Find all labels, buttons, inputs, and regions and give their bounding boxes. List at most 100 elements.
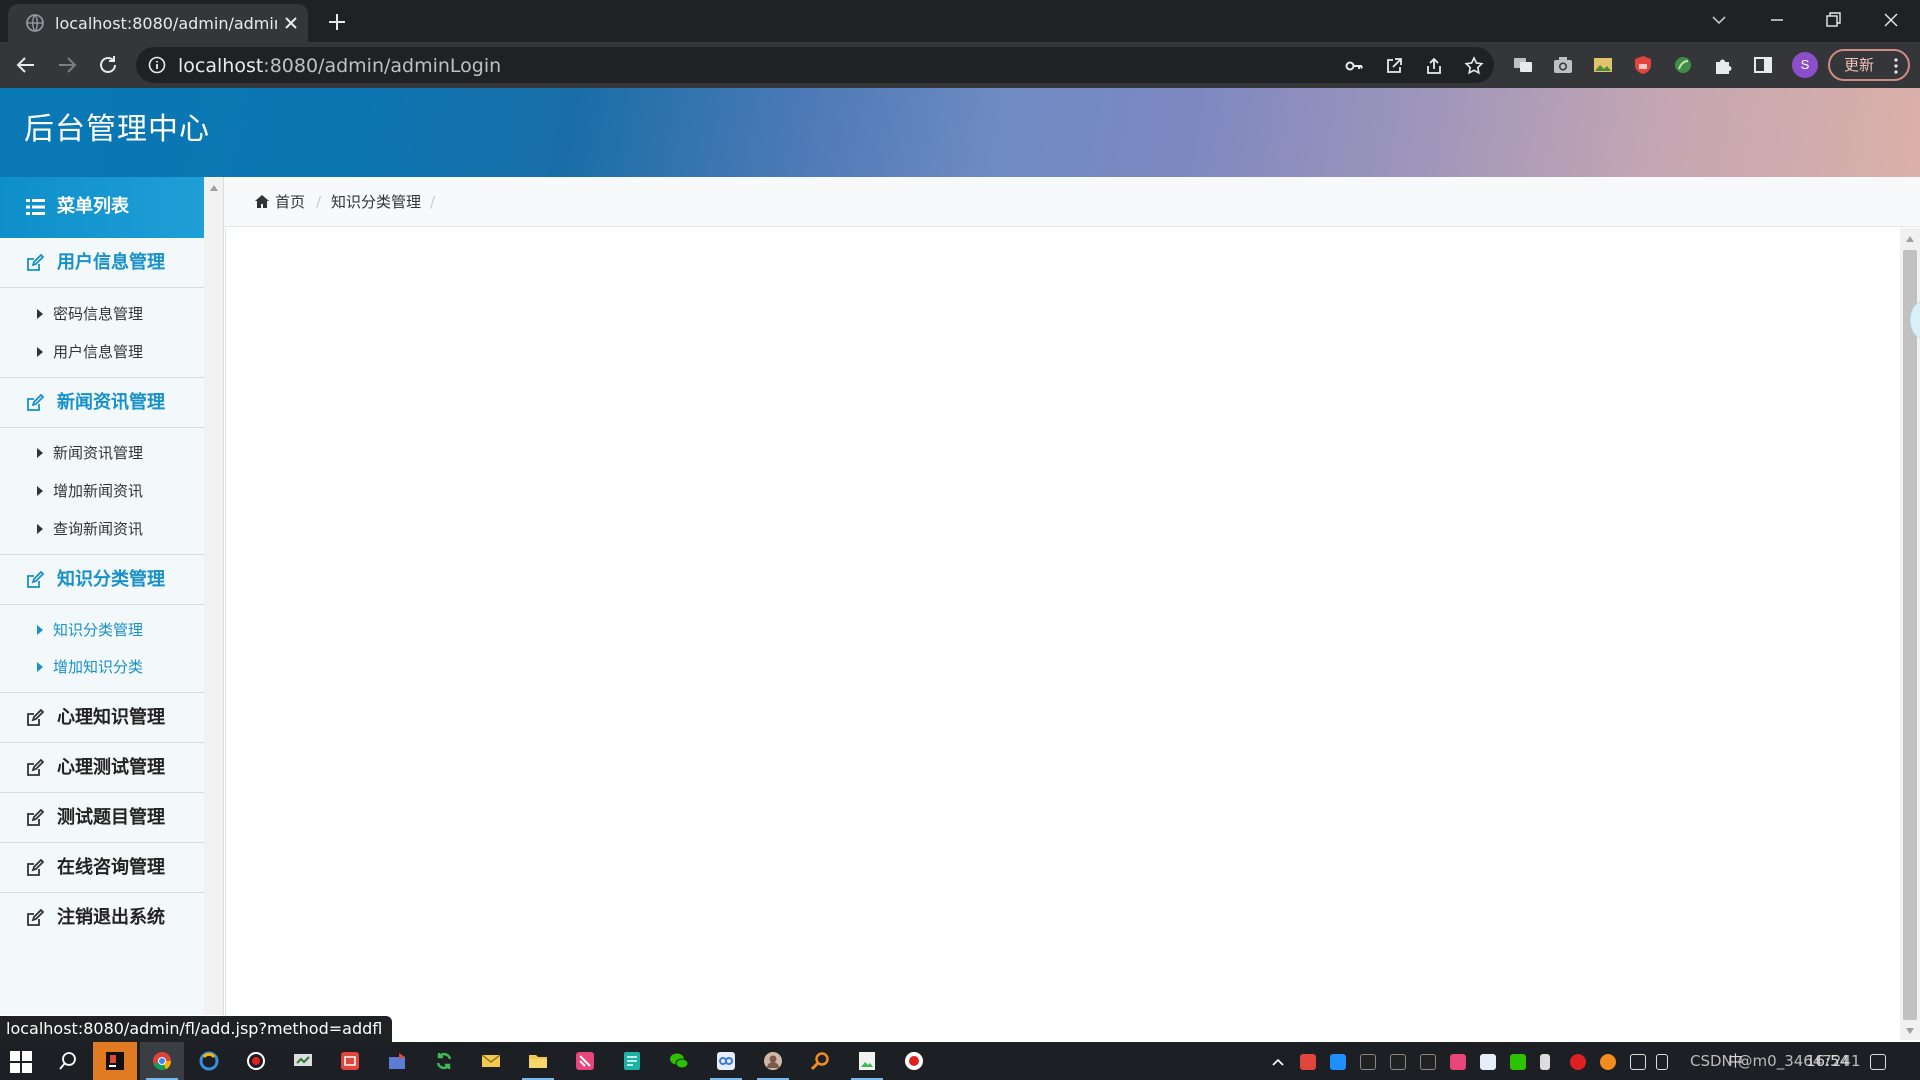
scroll-down-arrow-icon[interactable] (1906, 1028, 1914, 1034)
tray-search-icon[interactable] (1600, 1054, 1616, 1070)
tray-qq-icon[interactable] (1390, 1054, 1406, 1070)
status-url-bubble: localhost:8080/admin/fl/add.jsp?method=a… (0, 1016, 393, 1042)
profile-avatar[interactable]: S (1792, 52, 1818, 78)
scroll-thumb[interactable] (1903, 250, 1917, 1020)
taskbar-app-mail[interactable] (469, 1042, 513, 1080)
taskbar-app-avatar[interactable] (751, 1042, 795, 1080)
taskbar-app-tool[interactable] (375, 1042, 419, 1080)
menu-item-news-manage[interactable]: 新闻资讯管理 (0, 434, 204, 472)
taskbar-app-red[interactable] (328, 1042, 372, 1080)
menu-group-user-info[interactable]: 用户信息管理 (0, 238, 204, 288)
tray-app-icon[interactable] (1330, 1054, 1346, 1070)
ime-indicator[interactable]: 中 (1728, 1052, 1743, 1070)
menu-group-logout[interactable]: 注销退出系统 (0, 893, 204, 943)
taskbar-app-chrome[interactable] (140, 1042, 184, 1080)
tray-expand-icon[interactable] (1270, 1054, 1286, 1070)
caret-right-icon (37, 486, 43, 496)
bookmark-star-icon[interactable] (1464, 56, 1484, 76)
menu-group-psych-knowledge[interactable]: 心理知识管理 (0, 693, 204, 743)
menu-item-password-info[interactable]: 密码信息管理 (0, 295, 204, 333)
edit-icon (26, 571, 44, 589)
taskbar-app-cloud[interactable] (704, 1042, 748, 1080)
close-window-icon[interactable] (1880, 9, 1902, 31)
menu-item-category-add[interactable]: 增加知识分类 (0, 648, 204, 686)
translate-extension-icon[interactable] (1512, 54, 1534, 76)
menu-item-label: 新闻资讯管理 (53, 444, 144, 462)
taskbar-app-intellij[interactable] (93, 1042, 137, 1080)
menu-item-category-manage[interactable]: 知识分类管理 (0, 611, 204, 649)
tray-mic-icon[interactable] (1540, 1054, 1550, 1070)
image-extension-icon[interactable] (1592, 54, 1614, 76)
edit-icon (26, 859, 44, 877)
menu-group-news[interactable]: 新闻资讯管理 (0, 378, 204, 428)
url-path: :8080/admin/adminLogin (263, 55, 502, 77)
tray-qq-icon[interactable] (1420, 1054, 1436, 1070)
open-external-icon[interactable] (1384, 56, 1404, 76)
back-icon[interactable] (14, 53, 38, 77)
browser-tab[interactable]: localhost:8080/admin/adminL (8, 4, 308, 42)
taskbar-app-sync[interactable] (422, 1042, 466, 1080)
leaf-extension-icon[interactable] (1672, 54, 1694, 76)
more-menu-icon[interactable] (1894, 58, 1898, 74)
tool-icon (387, 1051, 407, 1071)
taskbar-app-wechat[interactable] (657, 1042, 701, 1080)
share-icon[interactable] (1424, 56, 1444, 76)
tray-volume-icon[interactable] (1656, 1054, 1668, 1070)
taskbar-app-search-tool[interactable] (798, 1042, 842, 1080)
menu-group-label: 心理测试管理 (57, 757, 165, 778)
taskbar-app-monitor[interactable] (281, 1042, 325, 1080)
tray-wechat-icon[interactable] (1510, 1054, 1526, 1070)
menu-group-label: 知识分类管理 (57, 569, 165, 590)
taskbar-search[interactable] (46, 1042, 90, 1080)
taskbar-app-image-viewer[interactable] (845, 1042, 889, 1080)
close-icon[interactable] (282, 14, 300, 32)
content-scrollbar[interactable] (1900, 228, 1920, 1040)
tray-cloud-icon[interactable] (1480, 1054, 1496, 1070)
restore-icon[interactable] (1822, 9, 1844, 31)
side-panel-icon[interactable] (1752, 54, 1774, 76)
address-bar[interactable]: localhost:8080/admin/adminLogin (136, 47, 1494, 83)
breadcrumb-current[interactable]: 知识分类管理 (331, 193, 421, 211)
shield-extension-icon[interactable] (1632, 54, 1654, 76)
taskbar-app-explorer[interactable] (516, 1042, 560, 1080)
clock-time[interactable]: 16:54 (1806, 1052, 1849, 1070)
tray-weibo-icon[interactable] (1300, 1054, 1316, 1070)
scroll-up-arrow-icon[interactable] (210, 185, 218, 191)
url-host: localhost (178, 55, 264, 77)
tray-network-icon[interactable] (1630, 1054, 1646, 1070)
magnifier-icon (810, 1051, 830, 1071)
menu-item-news-query[interactable]: 查询新闻资讯 (0, 510, 204, 548)
tab-search-icon[interactable] (1708, 9, 1730, 31)
update-button[interactable]: 更新 (1828, 49, 1910, 81)
menu-item-label: 增加新闻资讯 (53, 482, 144, 500)
menu-group-online-consult[interactable]: 在线咨询管理 (0, 843, 204, 893)
pink-app-icon (575, 1051, 595, 1071)
tray-pink-icon[interactable] (1450, 1054, 1466, 1070)
taskbar-app-pink[interactable] (563, 1042, 607, 1080)
minimize-icon[interactable] (1766, 9, 1788, 31)
taskbar-app-recorder[interactable] (892, 1042, 936, 1080)
new-tab-icon[interactable] (326, 11, 348, 33)
info-icon[interactable] (148, 56, 166, 74)
taskbar-app-record[interactable] (234, 1042, 278, 1080)
tray-qq-icon[interactable] (1360, 1054, 1376, 1070)
sidebar-scrollbar[interactable] (204, 177, 224, 1015)
menu-group-knowledge-category[interactable]: 知识分类管理 (0, 555, 204, 605)
breadcrumb: 首页 / 知识分类管理 / (224, 177, 1920, 227)
reload-icon[interactable] (96, 53, 120, 77)
camera-extension-icon[interactable] (1552, 54, 1574, 76)
windows-start-icon[interactable] (10, 1051, 32, 1073)
menu-item-news-add[interactable]: 增加新闻资讯 (0, 472, 204, 510)
taskbar-app-teal[interactable] (610, 1042, 654, 1080)
puzzle-extension-icon[interactable] (1712, 54, 1734, 76)
forward-icon[interactable] (55, 53, 79, 77)
menu-group-test-questions[interactable]: 测试题目管理 (0, 793, 204, 843)
menu-group-psych-test[interactable]: 心理测试管理 (0, 743, 204, 793)
taskbar-app-browser2[interactable] (187, 1042, 231, 1080)
breadcrumb-home[interactable]: 首页 (275, 193, 305, 211)
notification-icon[interactable] (1870, 1054, 1886, 1070)
key-icon[interactable] (1344, 56, 1364, 76)
menu-item-user-info[interactable]: 用户信息管理 (0, 333, 204, 371)
scroll-up-arrow-icon[interactable] (1906, 236, 1914, 242)
tray-record-icon[interactable] (1570, 1054, 1586, 1070)
